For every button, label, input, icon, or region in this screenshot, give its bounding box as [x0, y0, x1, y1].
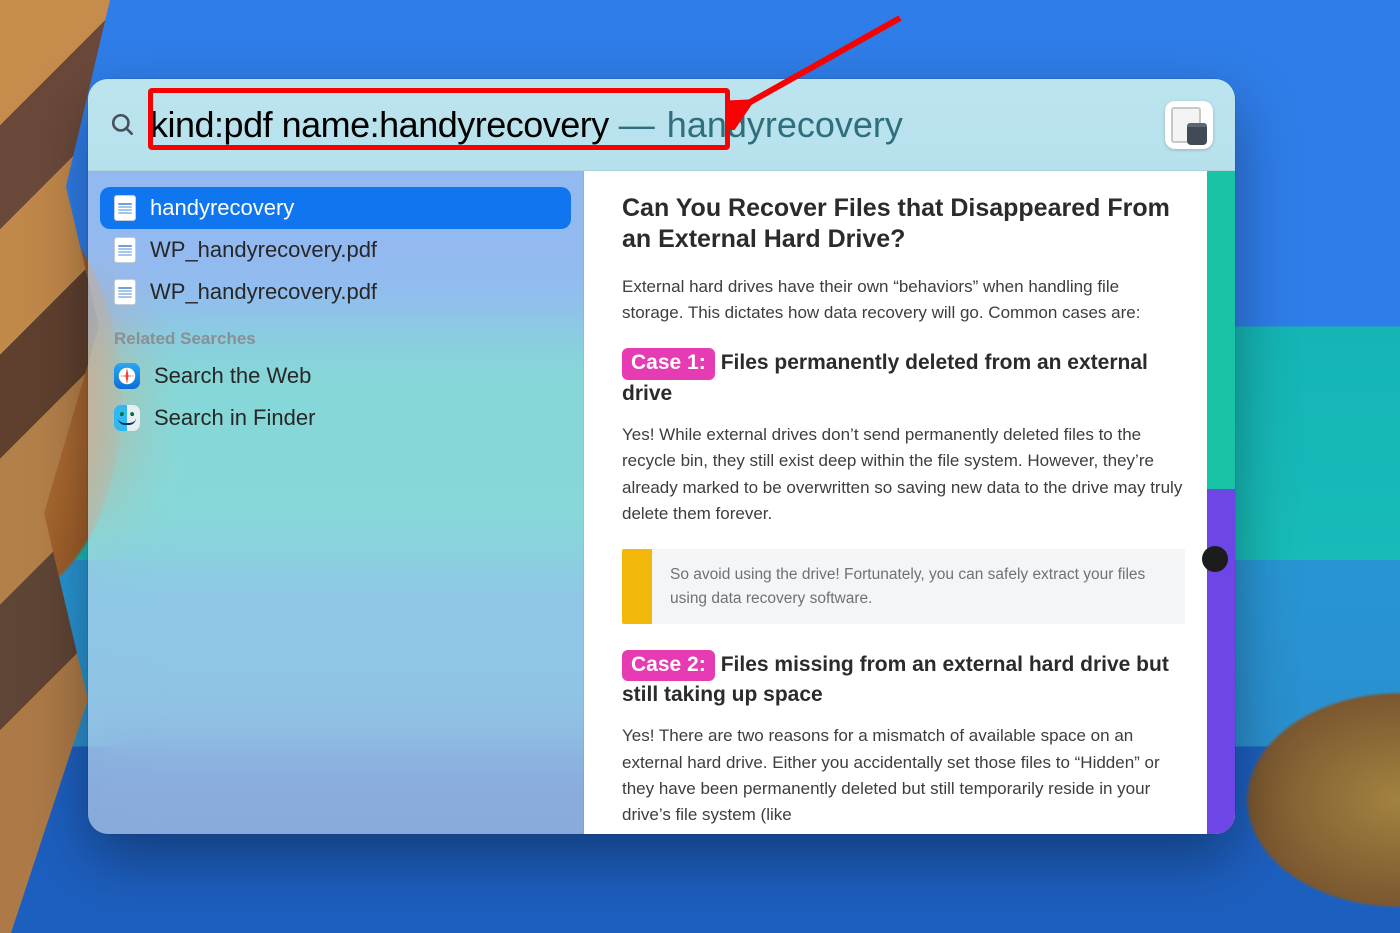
finder-icon	[114, 405, 140, 431]
document-icon	[114, 237, 136, 263]
action-label: Search in Finder	[154, 405, 315, 431]
case1-badge: Case 1:	[622, 348, 715, 379]
tip-callout: So avoid using the drive! Fortunately, y…	[622, 549, 1185, 624]
tip-accent-bar	[622, 549, 652, 624]
case1-heading: Case 1:Files permanently deleted from an…	[622, 348, 1185, 408]
case2-heading: Case 2:Files missing from an external ha…	[622, 650, 1185, 710]
result-item[interactable]: WP_handyrecovery.pdf	[100, 271, 571, 313]
result-label: WP_handyrecovery.pdf	[150, 237, 377, 263]
document-icon	[114, 279, 136, 305]
results-sidebar: handyrecovery WP_handyrecovery.pdf WP_ha…	[88, 171, 584, 834]
search-autocomplete-suffix: — handyrecovery	[619, 104, 903, 146]
result-label: handyrecovery	[150, 195, 294, 221]
document-content: Can You Recover Files that Disappeared F…	[584, 171, 1235, 829]
preview-app-icon	[1165, 101, 1213, 149]
search-in-finder[interactable]: Search in Finder	[100, 397, 571, 439]
safari-icon	[114, 363, 140, 389]
doc-heading: Can You Recover Files that Disappeared F…	[622, 193, 1185, 256]
result-item[interactable]: WP_handyrecovery.pdf	[100, 229, 571, 271]
tip-text: So avoid using the drive! Fortunately, y…	[652, 549, 1185, 624]
result-item[interactable]: handyrecovery	[100, 187, 571, 229]
document-icon	[114, 195, 136, 221]
spotlight-search-bar[interactable]: kind:pdf name:handyrecovery — handyrecov…	[88, 79, 1235, 171]
desktop-wallpaper: kind:pdf name:handyrecovery — handyrecov…	[0, 0, 1400, 933]
search-icon	[110, 112, 136, 138]
case1-body: Yes! While external drives don’t send pe…	[622, 422, 1185, 527]
result-label: WP_handyrecovery.pdf	[150, 279, 377, 305]
related-searches-heading: Related Searches	[100, 313, 571, 355]
doc-intro: External hard drives have their own “beh…	[622, 274, 1185, 327]
preview-scroll-indicator[interactable]	[1202, 546, 1228, 572]
case2-badge: Case 2:	[622, 650, 715, 681]
preview-brand-stripe	[1207, 171, 1235, 834]
search-query-text[interactable]: kind:pdf name:handyrecovery	[150, 104, 609, 146]
action-label: Search the Web	[154, 363, 311, 389]
quicklook-preview: Can You Recover Files that Disappeared F…	[584, 171, 1235, 834]
search-the-web[interactable]: Search the Web	[100, 355, 571, 397]
spotlight-window: kind:pdf name:handyrecovery — handyrecov…	[88, 79, 1235, 834]
case2-body: Yes! There are two reasons for a mismatc…	[622, 723, 1185, 828]
